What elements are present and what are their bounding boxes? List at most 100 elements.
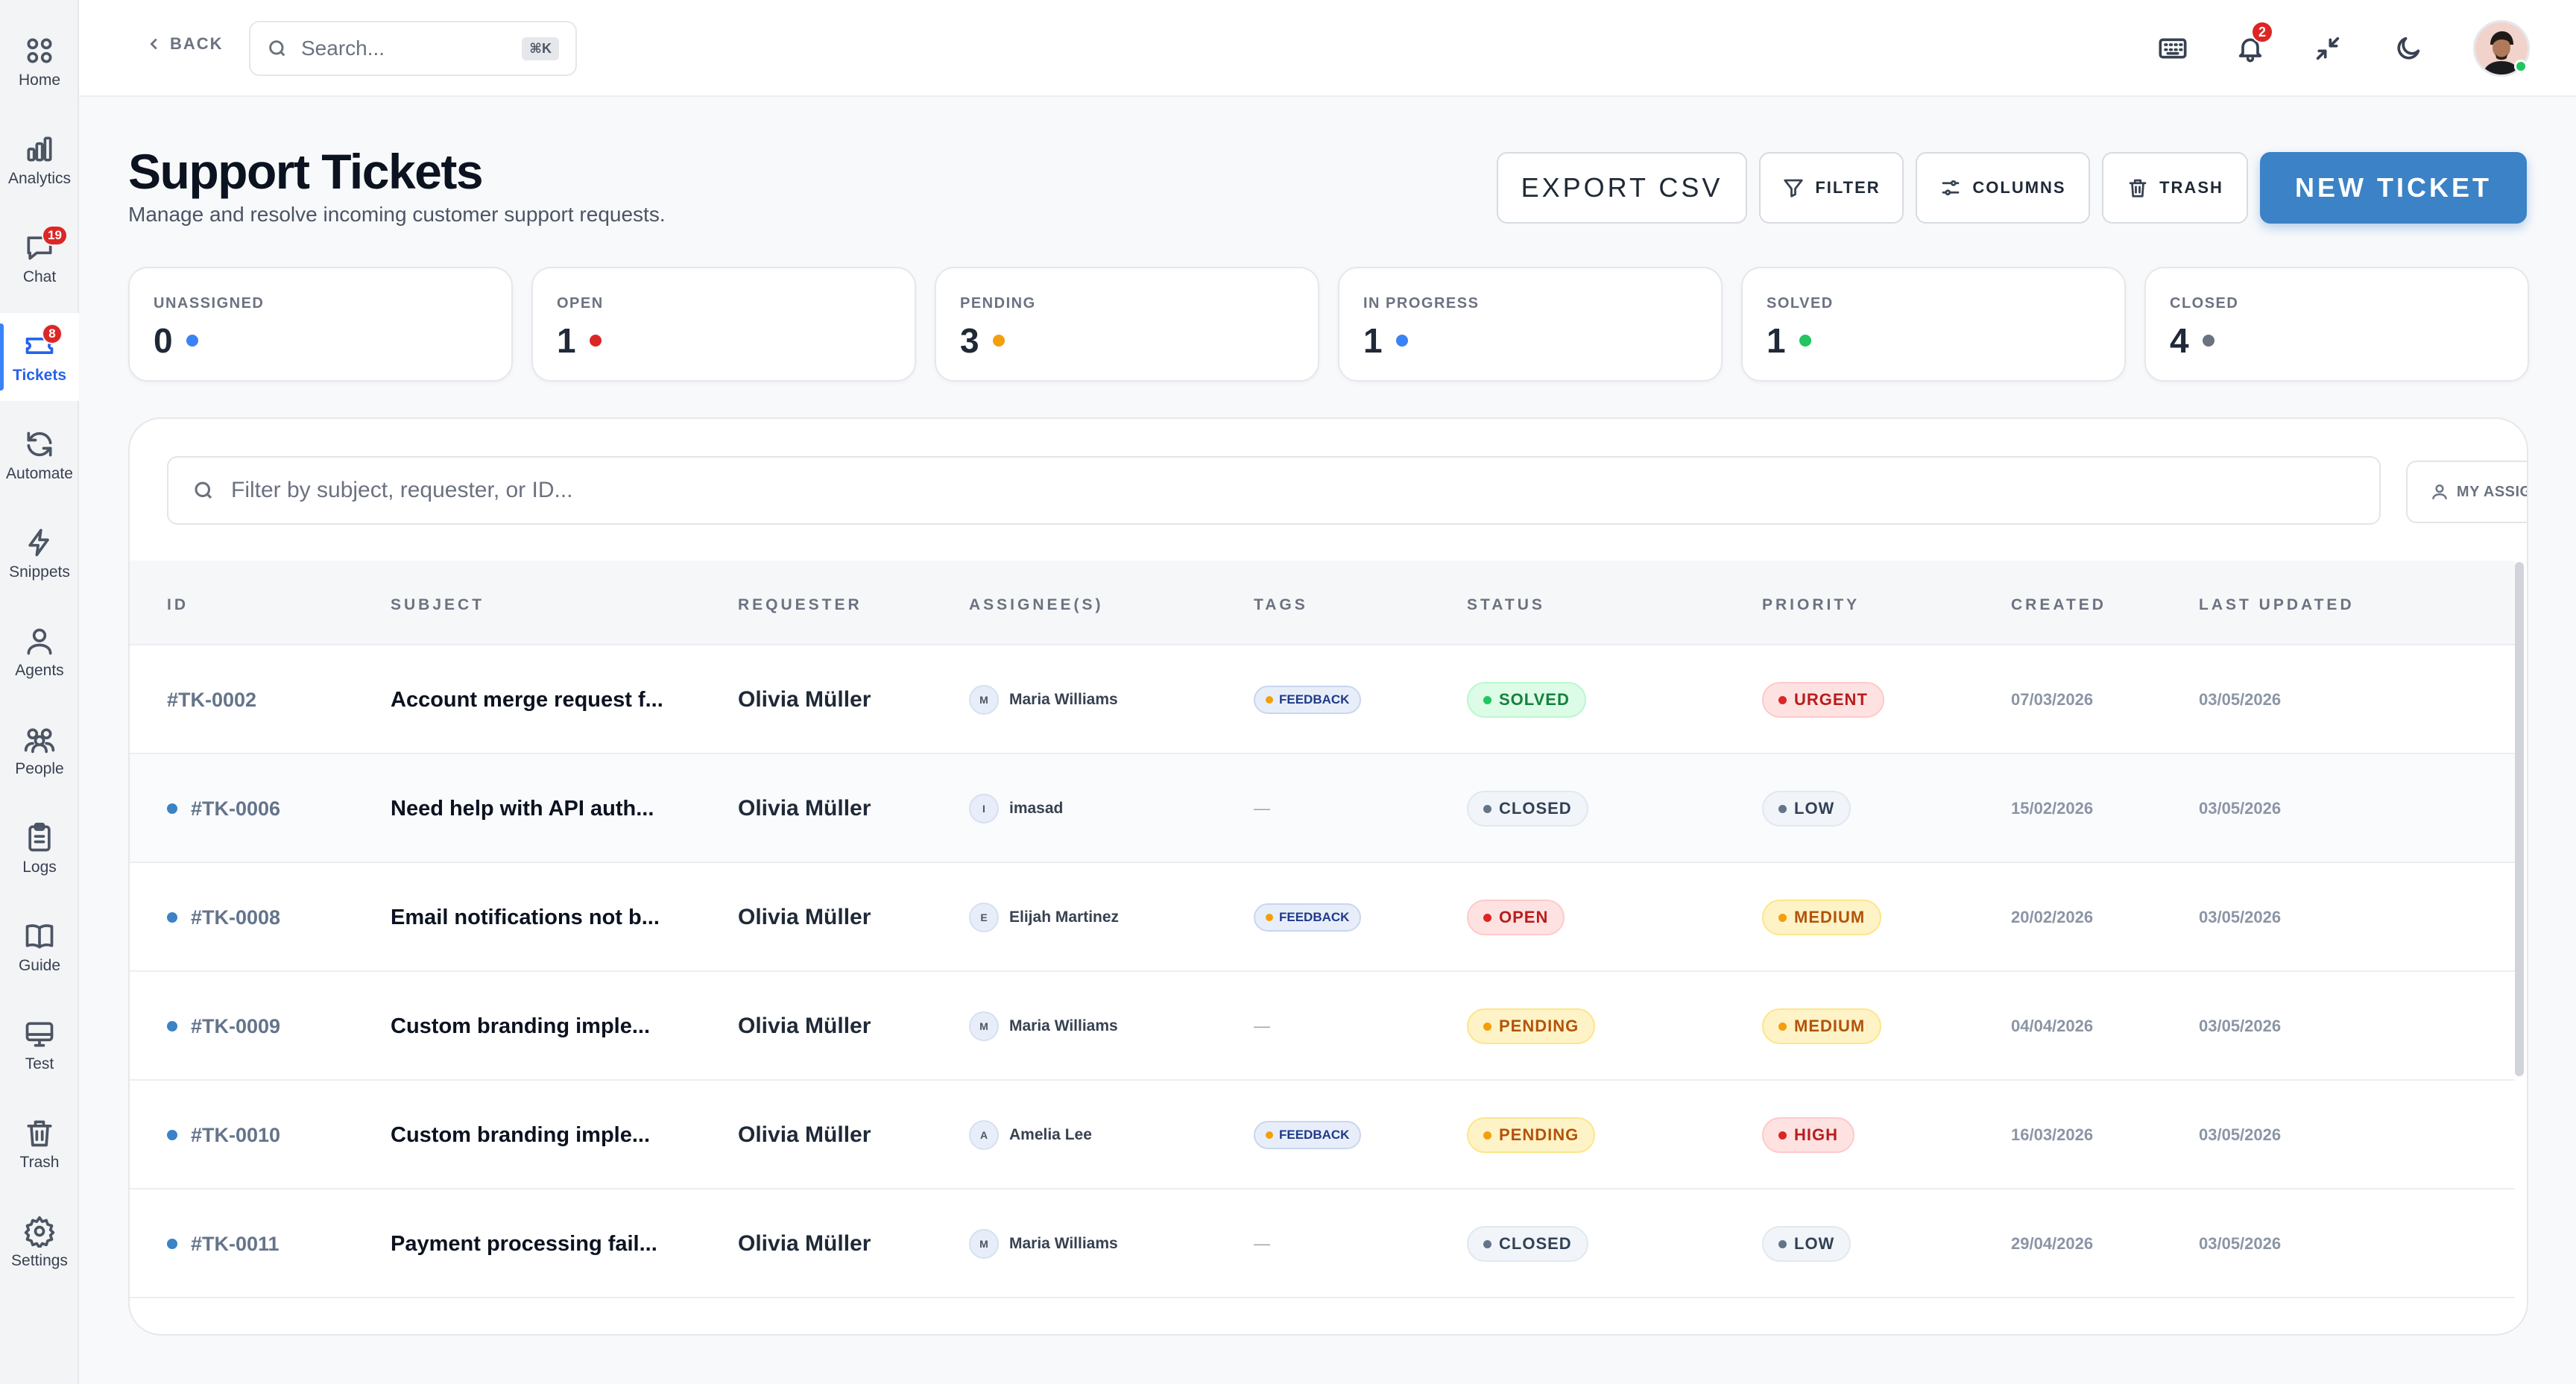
dark-mode-toggle[interactable]	[2388, 28, 2428, 69]
stat-value: 3	[960, 321, 979, 360]
column-header-priority[interactable]: PRIORITY	[1762, 596, 1860, 614]
assignee-avatar: A	[969, 1120, 999, 1150]
collapse-button[interactable]	[2308, 28, 2348, 69]
updated-date: 03/05/2026	[2199, 799, 2282, 818]
cell-id: #TK-0009	[167, 972, 280, 1081]
sidebar-item-label: People	[15, 760, 64, 777]
cell-status: PENDING	[1467, 1081, 1596, 1189]
trash-button[interactable]: TRASH	[2102, 152, 2248, 224]
stat-card-in-progress[interactable]: IN PROGRESS 1	[1338, 267, 1723, 382]
sidebar-item-snippets[interactable]: Snippets	[0, 510, 79, 598]
top-bar: BACK Search... ⌘K 2	[79, 0, 2576, 97]
user-avatar[interactable]	[2473, 20, 2530, 77]
cell-assignee: M Maria Williams	[969, 972, 1118, 1081]
stat-card-open[interactable]: OPEN 1	[531, 267, 916, 382]
sidebar-item-analytics[interactable]: Analytics	[0, 116, 79, 204]
table-row[interactable]: #TK-0002 Account merge request f... Olivia…	[130, 645, 2515, 754]
stat-card-solved[interactable]: SOLVED 1	[1741, 267, 2126, 382]
sidebar-item-test[interactable]: Test	[0, 1002, 79, 1090]
sidebar-item-chat[interactable]: 19 Chat	[0, 215, 79, 303]
table-row[interactable]: #TK-0009 Custom branding imple... Olivia M…	[130, 972, 2515, 1081]
sidebar-item-tickets[interactable]: 8 Tickets	[0, 313, 79, 401]
sidebar-item-people[interactable]: People	[0, 707, 79, 794]
table-scrollbar[interactable]	[2515, 562, 2524, 1076]
assignee-name: imasad	[1009, 800, 1064, 817]
column-header-tags[interactable]: TAGS	[1254, 596, 1308, 614]
clipboard-icon	[28, 822, 51, 852]
filter-button[interactable]: FILTER	[1759, 152, 1904, 224]
filter-icon	[1784, 179, 1803, 198]
back-button[interactable]: BACK	[146, 34, 224, 54]
column-header-assignees[interactable]: ASSIGNEE(S)	[969, 596, 1104, 614]
sidebar-item-home[interactable]: Home	[0, 18, 79, 106]
my-assignments-button[interactable]: MY ASSIGNMENTS	[2406, 461, 2527, 523]
column-header-id[interactable]: ID	[167, 596, 189, 614]
tag-badge: FEEDBACK	[1254, 1121, 1362, 1149]
cell-assignee: E Elijah Martinez	[969, 863, 1119, 972]
ticket-id[interactable]: #TK-0002	[167, 689, 256, 712]
cell-requester: Olivia Müller	[738, 1189, 871, 1298]
column-header-created[interactable]: CREATED	[2011, 596, 2106, 614]
new-ticket-button[interactable]: NEW TICKET	[2260, 152, 2527, 224]
table-row[interactable]: #TK-0011 Payment processing fail... Olivia…	[130, 1189, 2515, 1298]
stat-card-unassigned[interactable]: UNASSIGNED 0	[128, 267, 513, 382]
cell-subject: Custom branding imple...	[391, 1081, 650, 1189]
table-row[interactable]: #TK-0008 Email notifications not b... Oliv…	[130, 863, 2515, 972]
status-dot	[186, 335, 198, 347]
ticket-requester: Olivia Müller	[738, 687, 871, 712]
gear-icon	[24, 1216, 55, 1248]
status-badge: CLOSED	[1467, 1226, 1588, 1262]
sidebar-item-settings[interactable]: Settings	[0, 1198, 79, 1286]
ticket-subject[interactable]: Email notifications not b...	[391, 906, 660, 930]
status-badge: PENDING	[1467, 1008, 1596, 1044]
trash-icon	[27, 1120, 52, 1147]
columns-button[interactable]: COLUMNS	[1916, 152, 2090, 224]
sidebar-item-logs[interactable]: Logs	[0, 805, 79, 893]
sidebar-item-label: Snippets	[9, 563, 70, 581]
ticket-subject[interactable]: Need help with API auth...	[391, 797, 654, 821]
ticket-id[interactable]: #TK-0010	[191, 1124, 280, 1147]
lightning-icon	[28, 528, 49, 557]
sidebar-item-label: Analytics	[7, 170, 72, 187]
ticket-subject[interactable]: Custom branding imple...	[391, 1123, 650, 1148]
global-search-input[interactable]: Search... ⌘K	[249, 21, 577, 76]
ticket-subject[interactable]: Account merge request f...	[391, 688, 663, 712]
stat-value: 1	[1363, 321, 1383, 360]
sidebar-item-guide[interactable]: Guide	[0, 903, 79, 991]
cell-created: 07/03/2026	[2011, 645, 2093, 754]
sidebar-item-automate[interactable]: Automate	[0, 411, 79, 499]
stat-card-closed[interactable]: CLOSED 4	[2144, 267, 2529, 382]
assignee: M Maria Williams	[969, 1011, 1118, 1041]
ticket-filter-input[interactable]: Filter by subject, requester, or ID...	[167, 456, 2381, 525]
ticket-id[interactable]: #TK-0011	[191, 1233, 280, 1256]
priority-badge: MEDIUM	[1762, 1008, 1882, 1044]
column-header-requester[interactable]: REQUESTER	[738, 596, 862, 614]
user-icon	[2432, 484, 2447, 499]
table-row[interactable]: #TK-0006 Need help with API auth... Olivia…	[130, 754, 2515, 863]
keyboard-shortcuts-button[interactable]	[2153, 28, 2193, 69]
sidebar-item-agents[interactable]: Agents	[0, 608, 79, 696]
assignee-avatar: M	[969, 1229, 999, 1259]
column-header-last-updated[interactable]: LAST UPDATED	[2199, 596, 2355, 614]
ticket-subject[interactable]: Custom branding imple...	[391, 1014, 650, 1039]
export-csv-label: EXPORT CSV	[1521, 172, 1723, 203]
cell-created: 15/02/2026	[2011, 754, 2093, 863]
status-label: CLOSED	[1499, 1234, 1572, 1253]
users-icon	[27, 628, 52, 655]
notifications-button[interactable]: 2	[2230, 21, 2273, 69]
ticket-subject[interactable]: Payment processing fail...	[391, 1232, 657, 1257]
ticket-id[interactable]: #TK-0006	[191, 797, 280, 821]
stat-label: UNASSIGNED	[154, 295, 265, 312]
cell-assignee: M Maria Williams	[969, 645, 1118, 754]
column-header-status[interactable]: STATUS	[1467, 596, 1545, 614]
ticket-id[interactable]: #TK-0008	[191, 906, 280, 929]
export-csv-button[interactable]: EXPORT CSV	[1497, 152, 1747, 224]
assignee-name: Maria Williams	[1009, 1235, 1118, 1252]
sidebar-item-trash[interactable]: Trash	[0, 1100, 79, 1188]
cell-last-updated: 03/05/2026	[2199, 1081, 2281, 1189]
ticket-id[interactable]: #TK-0009	[191, 1015, 280, 1038]
column-header-subject[interactable]: SUBJECT	[391, 596, 484, 614]
assignee: E Elijah Martinez	[969, 903, 1119, 932]
table-row[interactable]: #TK-0010 Custom branding imple... Olivia M…	[130, 1081, 2515, 1189]
stat-card-pending[interactable]: PENDING 3	[935, 267, 1319, 382]
